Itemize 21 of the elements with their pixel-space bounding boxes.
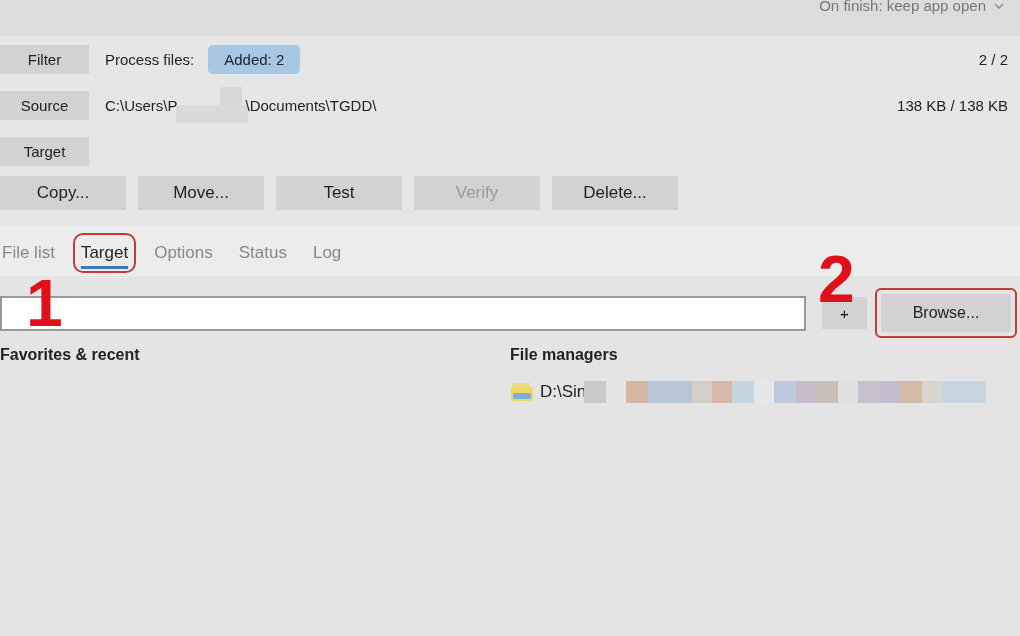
- section-heading: File managers: [510, 346, 619, 364]
- browse-button[interactable]: Browse...: [875, 288, 1017, 338]
- row-button[interactable]: Target: [0, 136, 89, 166]
- file-manager-item[interactable]: D:\Sin: [540, 382, 587, 402]
- folder-icon: [510, 381, 534, 403]
- row-count: 138 KB / 138 KB: [897, 96, 1008, 114]
- count-badge: Added: 2: [208, 44, 301, 74]
- section-heading: Favorites & recent: [0, 346, 141, 364]
- row-text: Process files:: [105, 50, 195, 68]
- action-button[interactable]: Test: [276, 176, 402, 210]
- action-button[interactable]: Move...: [138, 176, 264, 210]
- row-button[interactable]: Source: [0, 90, 89, 120]
- tab[interactable]: Target: [72, 233, 137, 273]
- action-button[interactable]: Copy...: [0, 176, 126, 210]
- step-number: 1: [26, 270, 63, 336]
- row-button[interactable]: Filter: [0, 44, 89, 74]
- row-count: 2 / 2: [978, 50, 1008, 68]
- row-text: \Documents\TGDD\: [245, 96, 377, 114]
- action-button[interactable]: Delete...: [552, 176, 678, 210]
- row-text: C:\Users\P: [105, 96, 178, 114]
- chevron-icon: [994, 2, 1004, 9]
